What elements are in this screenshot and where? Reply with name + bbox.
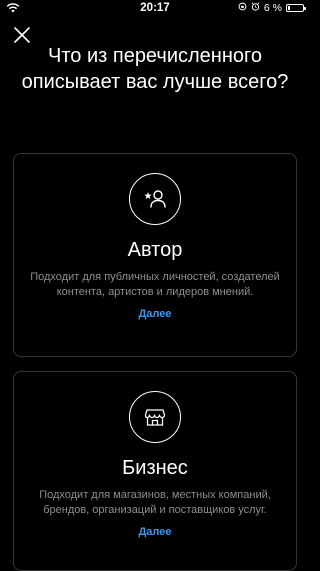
option-card-creator[interactable]: Автор Подходит для публичных личностей, … xyxy=(13,153,297,357)
store-icon xyxy=(129,391,181,443)
creator-star-person-icon xyxy=(129,173,181,225)
option-title: Бизнес xyxy=(122,457,188,479)
orientation-lock-icon xyxy=(238,2,247,14)
page-title: Что из перечисленного описывает вас лучш… xyxy=(21,45,289,93)
option-description: Подходит для магазинов, местных компаний… xyxy=(39,489,271,516)
alarm-icon xyxy=(251,2,260,14)
close-icon xyxy=(14,27,30,43)
battery-icon xyxy=(286,4,306,12)
next-link[interactable]: Далее xyxy=(138,526,171,538)
option-card-business[interactable]: Бизнес Подходит для магазинов, местных к… xyxy=(13,371,297,571)
close-button[interactable] xyxy=(12,25,32,45)
status-indicators: 6 % xyxy=(238,2,306,14)
option-description: Подходит для публичных личностей, создат… xyxy=(30,271,280,298)
option-title: Автор xyxy=(127,239,183,261)
next-link[interactable]: Далее xyxy=(138,308,171,320)
status-bar: 20:17 6 % xyxy=(0,0,310,18)
battery-percent: 6 % xyxy=(263,2,282,14)
